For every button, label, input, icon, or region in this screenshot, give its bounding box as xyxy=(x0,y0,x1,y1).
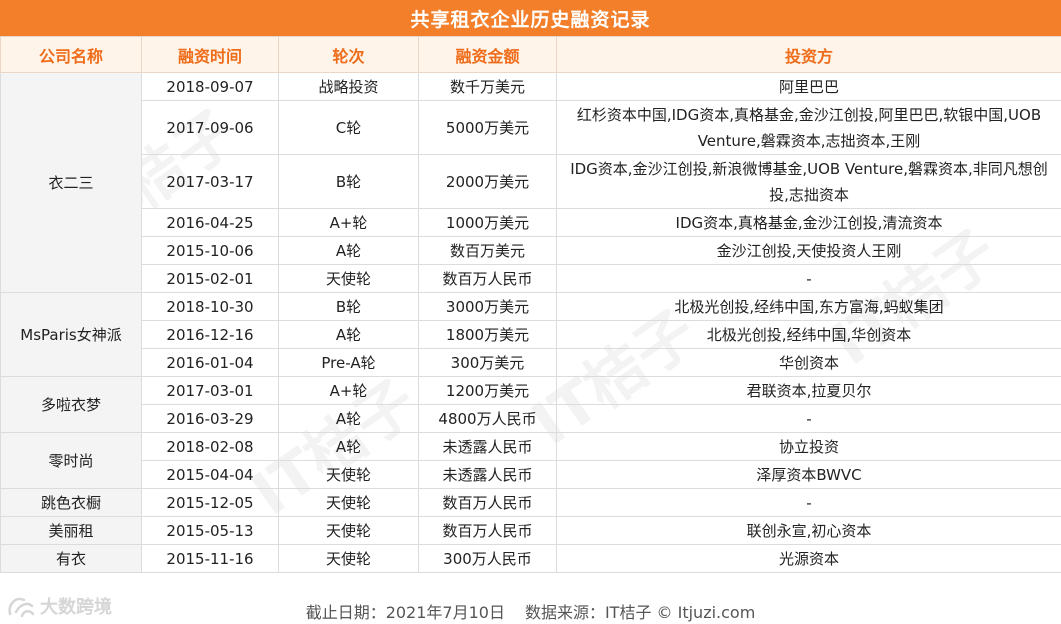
funding-round-cell: B轮 xyxy=(278,154,419,209)
company-name-cell: 美丽租 xyxy=(0,516,142,545)
funding-date-cell: 2016-01-04 xyxy=(141,348,279,377)
funding-amount-cell: 1000万美元 xyxy=(418,208,557,237)
funding-round-cell: A+轮 xyxy=(278,208,419,237)
funding-round-cell: 天使轮 xyxy=(278,264,419,293)
table-row: 衣二三 2018-09-07 战略投资 数千万美元 阿里巴巴 xyxy=(0,72,1061,293)
funding-round-cell: A+轮 xyxy=(278,376,419,405)
table-row: 零时尚 2018-02-08 A轮 未透露人民币 协立投资 xyxy=(0,432,1061,489)
funding-amount-cell: 300万人民币 xyxy=(418,544,557,573)
company-name-cell: 零时尚 xyxy=(0,432,142,489)
funding-date-cell: 2018-09-07 xyxy=(141,72,279,101)
funding-round-cell: A轮 xyxy=(278,236,419,265)
company-name-cell: 衣二三 xyxy=(0,72,142,293)
investors-cell: 红杉资本中国,IDG资本,真格基金,金沙江创投,阿里巴巴,软银中国,UOB Ve… xyxy=(556,100,1061,155)
funding-round-cell: 天使轮 xyxy=(278,544,419,573)
funding-amount-cell: 未透露人民币 xyxy=(418,432,557,461)
investors-cell: 协立投资 xyxy=(556,432,1061,461)
funding-amount-cell: 2000万美元 xyxy=(418,154,557,209)
table-row: 2016-03-29 A轮 4800万人民币 - xyxy=(1,404,1061,433)
funding-round-cell: A轮 xyxy=(278,320,419,349)
funding-date-cell: 2017-03-01 xyxy=(141,376,279,405)
header-investors: 投资方 xyxy=(556,36,1061,73)
funding-date-cell: 2016-12-16 xyxy=(141,320,279,349)
funding-amount-cell: 1200万美元 xyxy=(418,376,557,405)
table-row: 多啦衣梦 2017-03-01 A+轮 1200万美元 君联资本,拉夏贝尔 xyxy=(0,376,1061,433)
funding-date-cell: 2015-10-06 xyxy=(141,236,279,265)
investors-cell: - xyxy=(556,404,1061,433)
investors-cell: 泽厚资本BWVC xyxy=(556,460,1061,489)
investors-cell: 阿里巴巴 xyxy=(556,72,1061,101)
table-row: 美丽租 2015-05-13 天使轮 数百万人民币 联创永宣,初心资本 xyxy=(0,516,1061,545)
header-company: 公司名称 xyxy=(0,36,142,73)
investors-cell: 北极光创投,经纬中国,华创资本 xyxy=(556,320,1061,349)
table-row: 有衣 2015-11-16 天使轮 300万人民币 光源资本 xyxy=(0,544,1061,573)
table-row: 2015-10-06 A轮 数百万美元 金沙江创投,天使投资人王刚 xyxy=(1,236,1061,265)
company-name-cell: 多啦衣梦 xyxy=(0,376,142,433)
company-name-cell: 有衣 xyxy=(0,544,142,573)
funding-round-cell: 天使轮 xyxy=(278,488,419,517)
table-row: 2016-12-16 A轮 1800万美元 北极光创投,经纬中国,华创资本 xyxy=(1,320,1061,349)
funding-date-cell: 2015-02-01 xyxy=(141,264,279,293)
table-row: 2017-03-17 B轮 2000万美元 IDG资本,金沙江创投,新浪微博基金,UO… xyxy=(1,154,1061,209)
funding-round-cell: Pre-A轮 xyxy=(278,348,419,377)
funding-amount-cell: 数百万人民币 xyxy=(418,488,557,517)
table-row: 2015-04-04 天使轮 未透露人民币 泽厚资本BWVC xyxy=(1,460,1061,489)
funding-date-cell: 2017-03-17 xyxy=(141,154,279,209)
company-name-cell: MsParis女神派 xyxy=(0,292,142,377)
funding-amount-cell: 3000万美元 xyxy=(418,292,557,321)
funding-amount-cell: 4800万人民币 xyxy=(418,404,557,433)
table-row: 跳色衣橱 2015-12-05 天使轮 数百万人民币 - xyxy=(0,488,1061,517)
investors-cell: 华创资本 xyxy=(556,348,1061,377)
funding-amount-cell: 数百万美元 xyxy=(418,236,557,265)
page-title: 共享租衣企业历史融资记录 xyxy=(0,0,1061,36)
header-amount: 融资金额 xyxy=(418,36,557,73)
funding-round-cell: A轮 xyxy=(278,432,419,461)
footer-cutoff-date: 截止日期：2021年7月10日 xyxy=(305,602,505,622)
funding-amount-cell: 数千万美元 xyxy=(418,72,557,101)
investors-cell: 北极光创投,经纬中国,东方富海,蚂蚁集团 xyxy=(556,292,1061,321)
table-row: 2016-01-04 Pre-A轮 300万美元 华创资本 xyxy=(1,348,1061,377)
investors-cell: 君联资本,拉夏贝尔 xyxy=(556,376,1061,405)
investors-cell: 光源资本 xyxy=(556,544,1061,573)
funding-round-cell: 天使轮 xyxy=(278,460,419,489)
funding-date-cell: 2016-03-29 xyxy=(141,404,279,433)
footer-source: 数据来源：IT桔子 © Itjuzi.com xyxy=(524,602,756,622)
funding-date-cell: 2015-04-04 xyxy=(141,460,279,489)
table-body: 衣二三 2018-09-07 战略投资 数千万美元 阿里巴巴 2017-09-06 C轮 50… xyxy=(0,72,1061,573)
company-name-cell: 跳色衣橱 xyxy=(0,488,142,517)
funding-date-cell: 2018-02-08 xyxy=(141,432,279,461)
funding-round-cell: C轮 xyxy=(278,100,419,155)
funding-amount-cell: 数百万人民币 xyxy=(418,516,557,545)
investors-cell: 金沙江创投,天使投资人王刚 xyxy=(556,236,1061,265)
funding-date-cell: 2015-05-13 xyxy=(141,516,279,545)
investors-cell: 联创永宣,初心资本 xyxy=(556,516,1061,545)
funding-table: 公司名称 融资时间 轮次 融资金额 投资方 衣二三 2018-09-07 战略投资数… xyxy=(0,36,1061,573)
funding-amount-cell: 5000万美元 xyxy=(418,100,557,155)
funding-amount-cell: 数百万人民币 xyxy=(418,264,557,293)
funding-date-cell: 2015-11-16 xyxy=(141,544,279,573)
investors-cell: - xyxy=(556,264,1061,293)
footer: 截止日期：2021年7月10日 数据来源：IT桔子 © Itjuzi.com xyxy=(0,597,1061,624)
funding-round-cell: B轮 xyxy=(278,292,419,321)
funding-round-cell: 天使轮 xyxy=(278,516,419,545)
table-header-row: 公司名称 融资时间 轮次 融资金额 投资方 xyxy=(0,36,1061,73)
funding-round-cell: 战略投资 xyxy=(278,72,419,101)
funding-date-cell: 2016-04-25 xyxy=(141,208,279,237)
funding-round-cell: A轮 xyxy=(278,404,419,433)
header-date: 融资时间 xyxy=(141,36,279,73)
table-row: 2016-04-25 A+轮 1000万美元 IDG资本,真格基金,金沙江创投,清流资… xyxy=(1,208,1061,237)
investors-cell: - xyxy=(556,488,1061,517)
table-row: 2015-02-01 天使轮 数百万人民币 - xyxy=(1,264,1061,293)
table-row: MsParis女神派 2018-10-30 B轮 3000万美元 北极光创投,经纬中国,… xyxy=(0,292,1061,377)
table-row: 2017-09-06 C轮 5000万美元 红杉资本中国,IDG资本,真格基金,金沙江… xyxy=(1,100,1061,155)
header-round: 轮次 xyxy=(278,36,419,73)
funding-date-cell: 2017-09-06 xyxy=(141,100,279,155)
funding-amount-cell: 1800万美元 xyxy=(418,320,557,349)
investors-cell: IDG资本,金沙江创投,新浪微博基金,UOB Venture,磐霖资本,非同凡想… xyxy=(556,154,1061,209)
funding-amount-cell: 300万美元 xyxy=(418,348,557,377)
funding-amount-cell: 未透露人民币 xyxy=(418,460,557,489)
funding-date-cell: 2015-12-05 xyxy=(141,488,279,517)
funding-date-cell: 2018-10-30 xyxy=(141,292,279,321)
investors-cell: IDG资本,真格基金,金沙江创投,清流资本 xyxy=(556,208,1061,237)
